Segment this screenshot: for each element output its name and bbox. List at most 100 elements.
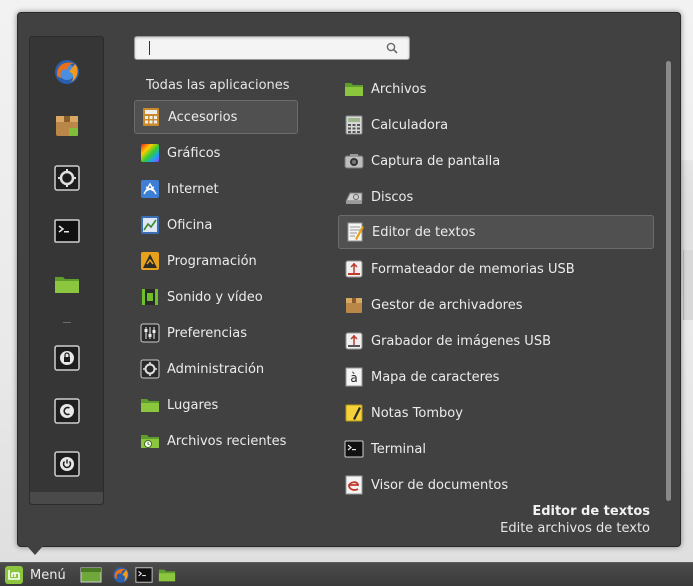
software-manager-icon bbox=[56, 116, 78, 136]
internet-icon bbox=[140, 179, 160, 199]
taskbar-firefox[interactable] bbox=[112, 566, 130, 584]
text-editor-icon bbox=[345, 222, 365, 242]
favorites-separator bbox=[63, 322, 71, 323]
favorite-software-manager[interactable] bbox=[52, 110, 82, 140]
favorite-terminal[interactable] bbox=[52, 216, 82, 246]
character-map-icon: à bbox=[344, 367, 364, 387]
menu-button[interactable]: Menú bbox=[4, 565, 66, 585]
category-recent-files[interactable]: Archivos recientes bbox=[134, 424, 298, 458]
folder-icon bbox=[158, 569, 176, 582]
category-sound-video[interactable]: Sonido y vídeo bbox=[134, 280, 298, 314]
calculator-icon bbox=[344, 115, 364, 135]
text-caret bbox=[149, 41, 150, 55]
folder-icon bbox=[55, 277, 79, 293]
apps-scrollbar[interactable] bbox=[666, 61, 671, 501]
app-terminal[interactable]: Terminal bbox=[338, 432, 654, 466]
app-label: Notas Tomboy bbox=[371, 405, 463, 421]
scrollbar-thumb[interactable] bbox=[666, 61, 671, 501]
multimedia-icon bbox=[140, 287, 160, 307]
app-label: Discos bbox=[371, 189, 414, 205]
preferences-icon bbox=[140, 323, 160, 343]
camera-icon bbox=[344, 151, 364, 171]
category-label: Sonido y vídeo bbox=[167, 289, 263, 305]
search-icon bbox=[386, 42, 398, 54]
category-administration[interactable]: Administración bbox=[134, 352, 298, 386]
shutdown-icon bbox=[54, 451, 80, 477]
search-input[interactable] bbox=[143, 40, 373, 56]
app-disks[interactable]: Discos bbox=[338, 180, 654, 214]
favorites-footer bbox=[30, 492, 103, 504]
category-label: Gráficos bbox=[167, 145, 221, 161]
favorite-system-settings[interactable] bbox=[52, 163, 82, 193]
office-icon bbox=[140, 215, 160, 235]
all-applications-label[interactable]: Todas las aplicaciones bbox=[146, 78, 290, 93]
category-label: Lugares bbox=[167, 397, 219, 413]
category-label: Oficina bbox=[167, 217, 213, 233]
category-programming[interactable]: Programación bbox=[134, 244, 298, 278]
category-label: Preferencias bbox=[167, 325, 248, 341]
app-usb-image-writer[interactable]: Grabador de imágenes USB bbox=[338, 324, 654, 358]
app-document-viewer[interactable]: Visor de documentos bbox=[338, 468, 654, 502]
category-label: Archivos recientes bbox=[167, 433, 287, 449]
search-box[interactable] bbox=[134, 36, 410, 60]
accessories-icon bbox=[141, 107, 161, 127]
category-preferences[interactable]: Preferencias bbox=[134, 316, 298, 350]
category-label: Internet bbox=[167, 181, 219, 197]
archive-manager-icon bbox=[344, 295, 364, 315]
usb-formatter-icon bbox=[344, 259, 364, 279]
app-calculator[interactable]: Calculadora bbox=[338, 108, 654, 142]
app-label: Grabador de imágenes USB bbox=[371, 333, 551, 349]
document-viewer-icon bbox=[344, 475, 364, 495]
app-screenshot[interactable]: Captura de pantalla bbox=[338, 144, 654, 178]
usb-writer-icon bbox=[344, 331, 364, 351]
app-label: Visor de documentos bbox=[371, 477, 509, 493]
places-folder-icon bbox=[140, 395, 160, 415]
category-places[interactable]: Lugares bbox=[134, 388, 298, 422]
favorite-files[interactable] bbox=[52, 269, 82, 299]
favorite-logout[interactable] bbox=[52, 396, 82, 426]
app-description-title: Editor de textos bbox=[532, 504, 650, 519]
app-label: Captura de pantalla bbox=[371, 153, 501, 169]
category-label: Accesorios bbox=[168, 109, 238, 125]
programming-icon bbox=[140, 251, 160, 271]
app-description-subtitle: Edite archivos de texto bbox=[500, 521, 650, 536]
category-office[interactable]: Oficina bbox=[134, 208, 298, 242]
app-archive-manager[interactable]: Gestor de archivadores bbox=[338, 288, 654, 322]
taskbar-terminal[interactable] bbox=[135, 566, 153, 584]
category-internet[interactable]: Internet bbox=[134, 172, 298, 206]
app-label: Formateador de memorias USB bbox=[371, 261, 575, 277]
taskbar-show-desktop[interactable] bbox=[80, 566, 102, 584]
favorite-lock-screen[interactable] bbox=[52, 343, 82, 373]
svg-text:à: à bbox=[350, 371, 357, 385]
app-tomboy-notes[interactable]: Notas Tomboy bbox=[338, 396, 654, 430]
background-window-edge bbox=[683, 250, 693, 320]
category-graphics[interactable]: Gráficos bbox=[134, 136, 298, 170]
app-usb-formatter[interactable]: Formateador de memorias USB bbox=[338, 252, 654, 286]
folder-icon bbox=[344, 79, 364, 99]
lock-screen-icon bbox=[54, 345, 80, 371]
menu-label: Menú bbox=[30, 567, 66, 583]
terminal-icon bbox=[54, 219, 80, 243]
show-desktop-icon bbox=[80, 567, 102, 583]
firefox-icon bbox=[55, 60, 79, 84]
category-accessories[interactable]: Accesorios bbox=[134, 100, 298, 134]
category-label: Administración bbox=[167, 361, 265, 377]
disks-icon bbox=[344, 187, 364, 207]
app-label: Mapa de caracteres bbox=[371, 369, 500, 385]
app-files[interactable]: Archivos bbox=[338, 72, 654, 106]
app-label: Terminal bbox=[371, 441, 426, 457]
category-label: Programación bbox=[167, 253, 257, 269]
recent-files-icon bbox=[140, 431, 160, 451]
menu-pointer bbox=[27, 546, 43, 555]
graphics-icon bbox=[140, 143, 160, 163]
taskbar-files[interactable] bbox=[157, 566, 177, 584]
app-character-map[interactable]: à Mapa de caracteres bbox=[338, 360, 654, 394]
app-label: Calculadora bbox=[371, 117, 449, 133]
logout-icon bbox=[54, 398, 80, 424]
favorite-firefox[interactable] bbox=[52, 57, 82, 87]
favorite-shutdown[interactable] bbox=[52, 449, 82, 479]
taskbar: Menú bbox=[0, 562, 693, 586]
app-label: Archivos bbox=[371, 81, 427, 97]
administration-icon bbox=[140, 359, 160, 379]
app-text-editor[interactable]: Editor de textos bbox=[338, 215, 654, 249]
